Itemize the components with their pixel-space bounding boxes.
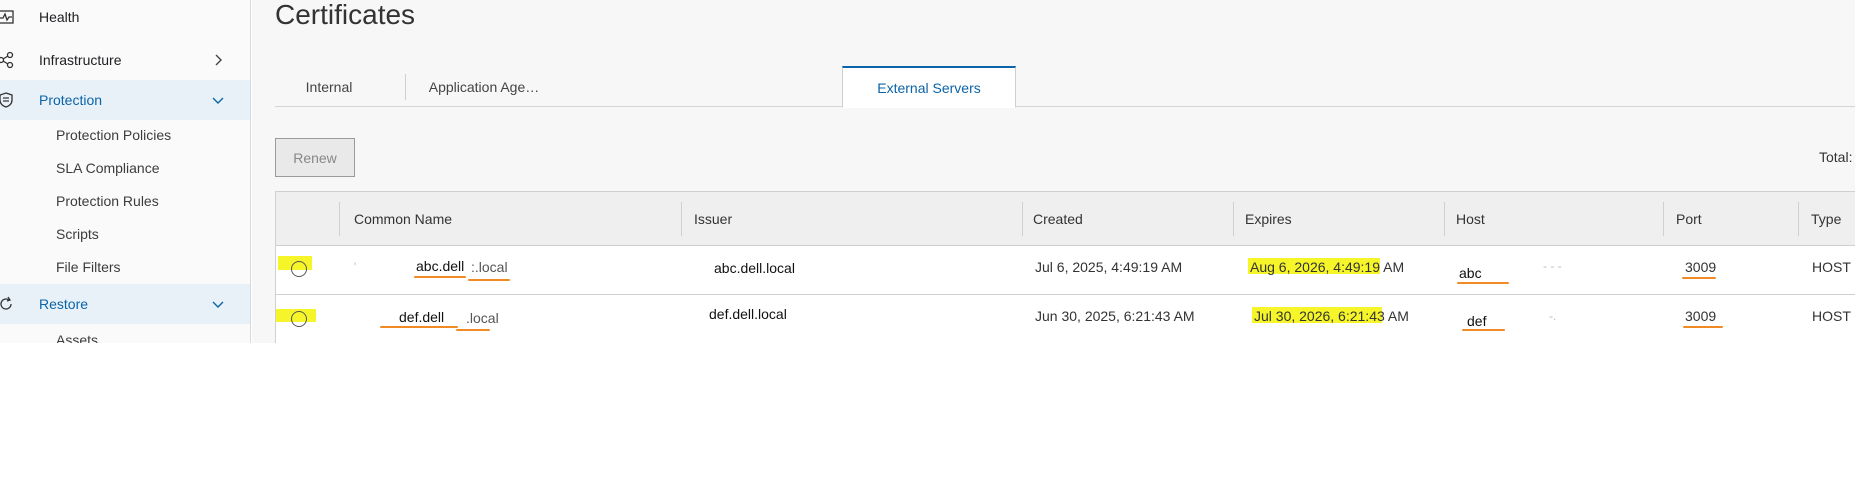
page-title: Certificates — [275, 0, 416, 30]
issuer-cell: abc.dell.local — [714, 260, 795, 276]
column-divider — [339, 202, 340, 236]
sidebar-item-label: Restore — [39, 296, 89, 312]
sidebar-subitem-file-filters[interactable]: File Filters — [56, 256, 121, 278]
port-cell: 3009 — [1685, 259, 1717, 275]
chevron-right-icon[interactable] — [209, 51, 227, 69]
annotation-underline — [414, 276, 466, 278]
column-header-type[interactable]: Type — [1811, 192, 1841, 246]
certificates-table: Common Name Issuer Created Expires Host … — [275, 191, 1855, 343]
renew-button[interactable]: Renew — [275, 138, 355, 177]
common-name-part-a: abc.dell — [416, 258, 465, 274]
expires-cell: Aug 6, 2026, 4:49:19 AM — [1250, 259, 1405, 275]
type-cell: HOST — [1812, 259, 1851, 275]
common-name-part-a: def.dell — [399, 309, 445, 325]
annotation-underline — [380, 326, 458, 328]
column-divider — [1798, 202, 1799, 236]
total-count-label: Total: — [1819, 149, 1853, 165]
sidebar-item-label: Infrastructure — [39, 52, 122, 68]
annotation-underline — [1462, 329, 1505, 331]
issuer-cell: def.dell.local — [709, 306, 787, 322]
main-content: Certificates Internal Application Age… E… — [252, 0, 1855, 343]
sidebar: Health Infrastructure Protection Protect… — [0, 0, 251, 343]
annotation-underline — [456, 329, 490, 331]
shield-icon — [0, 91, 15, 109]
sidebar-subitem-protection-policies[interactable]: Protection Policies — [56, 124, 171, 146]
pulse-icon — [0, 8, 15, 26]
column-divider — [1663, 202, 1664, 236]
network-icon — [0, 51, 15, 69]
chevron-down-icon[interactable] — [209, 91, 227, 109]
sidebar-subitem-sla-compliance[interactable]: SLA Compliance — [56, 157, 160, 179]
annotation-underline — [1457, 282, 1509, 284]
column-divider — [1233, 202, 1234, 236]
chevron-down-icon[interactable] — [209, 295, 227, 313]
created-cell: Jul 6, 2025, 4:49:19 AM — [1035, 259, 1183, 275]
tab-external-servers[interactable]: External Servers — [842, 66, 1016, 108]
column-header-created[interactable]: Created — [1033, 192, 1083, 246]
column-header-issuer[interactable]: Issuer — [694, 192, 732, 246]
table-row[interactable]: ' abc.dell :.local abc.dell.local Jul 6,… — [276, 246, 1855, 295]
column-header-port[interactable]: Port — [1676, 192, 1702, 246]
redaction-mark: -. — [1549, 309, 1557, 323]
tab-internal[interactable]: Internal — [275, 66, 383, 107]
restore-icon — [0, 295, 15, 313]
sidebar-item-label: Health — [39, 9, 80, 25]
common-name-part-b: .local — [466, 310, 499, 326]
host-cell: def — [1467, 313, 1487, 329]
type-cell: HOST — [1812, 308, 1851, 324]
sidebar-subitem-assets[interactable]: Assets — [56, 329, 98, 343]
annotation-underline — [468, 279, 510, 281]
sidebar-subitem-protection-rules[interactable]: Protection Rules — [56, 190, 159, 212]
created-cell: Jun 30, 2025, 6:21:43 AM — [1035, 308, 1195, 324]
annotation-underline — [1683, 326, 1723, 328]
port-cell: 3009 — [1685, 308, 1717, 324]
column-header-host[interactable]: Host — [1456, 192, 1485, 246]
redaction-mark: ' — [354, 260, 357, 274]
sidebar-item-health[interactable]: Health — [0, 0, 250, 34]
row-select-radio[interactable] — [291, 311, 307, 327]
annotation-underline — [1682, 277, 1716, 279]
sidebar-item-infrastructure[interactable]: Infrastructure — [0, 40, 250, 80]
tab-bar: Internal Application Age… External Serve… — [275, 66, 1855, 108]
column-header-common-name[interactable]: Common Name — [354, 192, 452, 246]
column-divider — [1022, 202, 1023, 236]
common-name-part-b: :.local — [471, 259, 508, 275]
sidebar-item-protection[interactable]: Protection — [0, 80, 250, 120]
table-header: Common Name Issuer Created Expires Host … — [276, 192, 1855, 246]
host-cell: abc — [1459, 265, 1482, 281]
redaction-mark: - - - — [1543, 259, 1562, 273]
table-row[interactable]: def.dell .local def.dell.local Jun 30, 2… — [276, 295, 1855, 343]
sidebar-subitem-scripts[interactable]: Scripts — [56, 223, 99, 245]
sidebar-item-restore[interactable]: Restore — [0, 284, 250, 324]
expires-cell: Jul 30, 2026, 6:21:43 AM — [1254, 308, 1409, 324]
column-divider — [1444, 202, 1445, 236]
column-divider — [681, 202, 682, 236]
sidebar-item-label: Protection — [39, 92, 103, 108]
row-select-radio[interactable] — [291, 261, 307, 277]
column-header-expires[interactable]: Expires — [1245, 192, 1292, 246]
tab-application-agents[interactable]: Application Age… — [406, 66, 562, 107]
